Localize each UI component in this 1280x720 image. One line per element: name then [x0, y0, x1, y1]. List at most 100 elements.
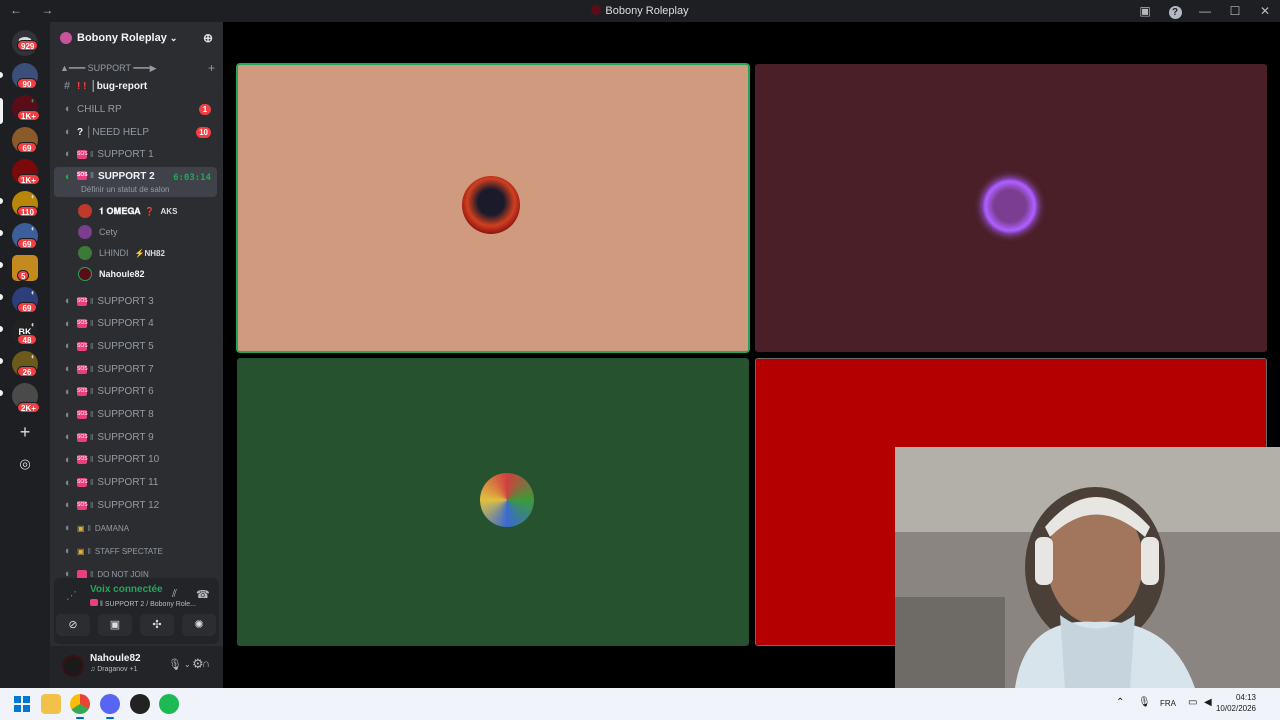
voice-status[interactable]: Voix connectée	[90, 584, 163, 595]
create-channel-icon[interactable]: +	[208, 61, 215, 75]
active-indicator	[106, 717, 114, 719]
channel-support-1[interactable]: ◖ SOS ‖ SUPPORT 1	[54, 144, 217, 164]
username[interactable]: Nahoule82	[90, 653, 141, 664]
channel-support-2[interactable]: ◖ SOS ‖ SUPPORT 2 6:03:14 Définir un stat…	[54, 167, 217, 197]
channel-label: SUPPORT 7	[97, 363, 154, 375]
channel-support[interactable]: ◖ SOS ‖ SUPPORT 5	[54, 336, 217, 356]
unread-pill	[0, 326, 3, 332]
channel-support[interactable]: ◖ SOS ‖ SUPPORT 10	[54, 450, 217, 470]
discord-icon[interactable]	[100, 694, 120, 714]
unread-pill	[0, 390, 3, 396]
windows-taskbar: ⌃ 🎙︎ FRA ▭ ◀︎ 04:13 10/02/2026	[0, 688, 1280, 720]
voice-member[interactable]: Nahoule82	[78, 265, 145, 283]
camera-off-button[interactable]: ⊘	[56, 614, 90, 636]
speaker-icon: ◖	[30, 224, 35, 233]
channel-chill-rp[interactable]: ◖ CHILL RP 1	[54, 99, 217, 119]
settings-gear-icon[interactable]: ⚙	[192, 656, 204, 672]
mention-badge: 1	[199, 103, 211, 115]
separator-icon: ‖	[90, 387, 94, 397]
maximize-button[interactable]: ☐	[1220, 4, 1250, 18]
channel-need-help[interactable]: ◖ ? │NEED HELP 10	[54, 122, 217, 142]
network-icon[interactable]: ▭	[1188, 697, 1197, 708]
avatar	[78, 225, 92, 239]
channel-support[interactable]: ◖ SOS ‖ SUPPORT 9	[54, 427, 217, 447]
clock[interactable]: 04:13 10/02/2026	[1216, 692, 1256, 714]
spotify-icon[interactable]	[159, 694, 179, 714]
soundboard-button[interactable]: ✺	[182, 614, 216, 636]
microphone-icon[interactable]: 🎙︎	[1138, 697, 1151, 708]
separator-icon: ‖	[90, 341, 94, 351]
sos-icon: SOS	[77, 364, 88, 374]
help-icon: ?	[1168, 5, 1182, 19]
activities-button[interactable]: ✣	[140, 614, 174, 636]
voice-timer: 6:03:14	[173, 173, 211, 183]
guild-badge: 929	[17, 40, 39, 51]
channel-label: SUPPORT 2	[97, 171, 155, 182]
chrome-icon[interactable]	[70, 694, 90, 714]
screen-share-button[interactable]: ▣	[98, 614, 132, 636]
voice-member[interactable]: 𝟏 𝐎𝐌𝐄𝐆𝐀 ❓ AKS	[78, 202, 177, 220]
channel-bug-report[interactable]: # ! ! │bug-report	[54, 76, 217, 96]
avatar[interactable]	[62, 655, 84, 677]
guild-badge: 69	[17, 238, 37, 249]
lock-icon: ▣	[77, 546, 85, 556]
channel-support[interactable]: ◖ SOS ‖ SUPPORT 12	[54, 495, 217, 515]
lock-icon: ▣	[77, 523, 85, 533]
minimize-button[interactable]: —	[1190, 4, 1220, 18]
speaker-icon: ◖	[63, 295, 71, 307]
voice-tile[interactable]	[236, 63, 750, 353]
member-name: 𝟏 𝐎𝐌𝐄𝐆𝐀	[99, 205, 141, 216]
channel-support[interactable]: ◖ SOS ‖ SUPPORT 11	[54, 473, 217, 493]
signal-icon[interactable]: ⋰	[66, 589, 77, 602]
add-server-icon[interactable]: +	[13, 420, 37, 444]
date: 10/02/2026	[1215, 704, 1256, 713]
voice-member[interactable]: Cety	[78, 223, 118, 241]
selected-pill	[0, 98, 3, 124]
volume-icon[interactable]: ◀︎	[1204, 697, 1212, 708]
channel-label: │bug-report	[90, 80, 148, 92]
channel-support[interactable]: ◖ SOS ‖ SUPPORT 3	[54, 291, 217, 311]
guild-badge: 2K+	[17, 402, 40, 413]
channel-label: SUPPORT 6	[97, 386, 154, 398]
channel-staff-spectate[interactable]: ◖ ▣ ‖ STAFF SPECTATE	[54, 541, 217, 561]
chevron-down-icon[interactable]: ⌄	[184, 660, 191, 669]
channel-support[interactable]: ◖ SOS ‖ SUPPORT 8	[54, 405, 217, 425]
guild-badge: 90	[17, 78, 37, 89]
speaker-icon: ◖	[63, 340, 71, 353]
voice-member[interactable]: LHINDI ⚡NH82	[78, 244, 165, 262]
sos-icon: SOS	[77, 387, 88, 397]
disconnect-icon[interactable]: ☎	[196, 588, 210, 601]
file-explorer-icon[interactable]	[41, 694, 61, 714]
server-header[interactable]: Bobony Roleplay ⌄ ⊕	[50, 22, 223, 54]
category-support[interactable]: ▲━━━ SUPPORT ━━━▶ +	[60, 61, 215, 75]
channel-support[interactable]: ◖ SOS ‖ SUPPORT 7	[54, 359, 217, 379]
separator-icon: ‖	[87, 546, 91, 556]
speaker-icon: ◖	[63, 126, 71, 138]
question-icon: ?	[77, 126, 84, 138]
guild-badge: 1K+	[17, 174, 40, 185]
channel-status[interactable]: Définir un statut de salon	[81, 185, 170, 194]
voice-tile[interactable]	[755, 64, 1267, 352]
webcam-image	[895, 447, 1280, 688]
noise-suppression-icon[interactable]: ⫽	[172, 588, 177, 601]
channel-support[interactable]: ◖ SOS ‖ SUPPORT 6	[54, 382, 217, 402]
microphone-icon[interactable]: 🎙︎	[168, 658, 182, 671]
voice-tile[interactable]	[237, 358, 749, 646]
windows-start-icon[interactable]	[12, 694, 32, 714]
inbox-icon[interactable]: ▣	[1130, 4, 1160, 18]
speaker-icon: ◖	[63, 363, 71, 376]
channel-damana[interactable]: ◖ ▣ ‖ DAMANA	[54, 518, 217, 538]
help-button[interactable]: ?	[1160, 4, 1190, 19]
server-list: 929 90 ◖ 1K+ 69 1K+ ◖ 110 ◖ 69 5 ◖ 69 BK…	[0, 22, 50, 688]
discover-icon[interactable]: ◎	[13, 452, 37, 476]
chevron-up-icon[interactable]: ⌃	[1116, 697, 1124, 708]
channel-label: │NEED HELP	[86, 126, 150, 138]
app-icon[interactable]	[130, 694, 150, 714]
window-title: Bobony Roleplay	[605, 5, 689, 17]
close-button[interactable]: ✕	[1250, 4, 1280, 18]
separator-icon: ‖	[90, 364, 94, 374]
invite-icon[interactable]: ⊕	[203, 31, 213, 45]
language-indicator[interactable]: FRA	[1160, 699, 1176, 708]
channel-support[interactable]: ◖ SOS ‖ SUPPORT 4	[54, 314, 217, 334]
sos-icon: SOS	[77, 319, 88, 329]
